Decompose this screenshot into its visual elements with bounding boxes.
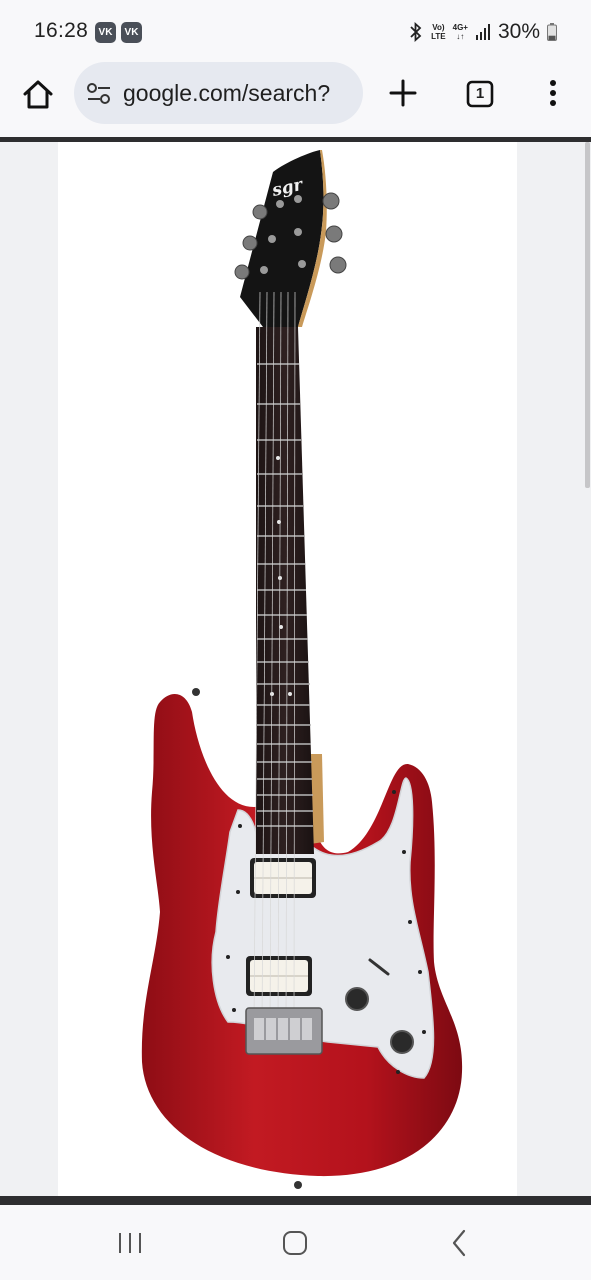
bridge-pickup xyxy=(246,956,312,996)
navigation-bar xyxy=(0,1205,591,1280)
tab-count[interactable]: 1 xyxy=(466,80,494,108)
battery-icon xyxy=(547,23,557,41)
new-tab-icon[interactable] xyxy=(388,78,418,108)
volte-top-label: Vo) xyxy=(432,23,445,32)
volte-icon: Vo) LTE xyxy=(431,23,446,41)
signal-icon xyxy=(475,24,490,40)
status-time: 16:28 xyxy=(34,19,89,42)
home-icon[interactable] xyxy=(20,77,56,113)
content-divider xyxy=(0,1196,591,1205)
data-arrows-label: ↓↑ xyxy=(456,32,465,41)
status-indicators: Vo) LTE 4G+ ↓↑ 30% xyxy=(408,19,557,45)
scrollbar[interactable] xyxy=(585,142,590,488)
home-icon[interactable] xyxy=(277,1225,313,1261)
page-content[interactable]: sgr xyxy=(0,142,591,1196)
strap-button-top xyxy=(192,688,200,696)
vk-icon: VK xyxy=(95,22,116,43)
guitar-image[interactable]: sgr xyxy=(58,142,517,1196)
status-bar: 16:28 VK VK Vo) LTE 4G+ ↓↑ 30% xyxy=(0,0,591,64)
bridge xyxy=(245,1007,323,1055)
bluetooth-icon xyxy=(410,22,422,42)
vk-icon: VK xyxy=(121,22,142,43)
back-icon[interactable] xyxy=(442,1225,478,1261)
4g-plus-icon: 4G+ ↓↑ xyxy=(453,23,468,41)
battery-percent: 30% xyxy=(497,20,540,43)
site-settings-icon[interactable] xyxy=(86,82,112,106)
strap-button-bottom xyxy=(294,1181,302,1189)
url-text[interactable]: google.com/search? xyxy=(123,80,330,107)
volte-bottom-label: LTE xyxy=(431,32,446,41)
data-type-label: 4G+ xyxy=(452,23,468,32)
neck-pickup xyxy=(250,858,316,898)
recent-apps-icon[interactable] xyxy=(112,1225,148,1261)
image-viewer[interactable]: sgr xyxy=(58,142,517,1196)
overflow-menu-icon[interactable] xyxy=(543,78,563,108)
